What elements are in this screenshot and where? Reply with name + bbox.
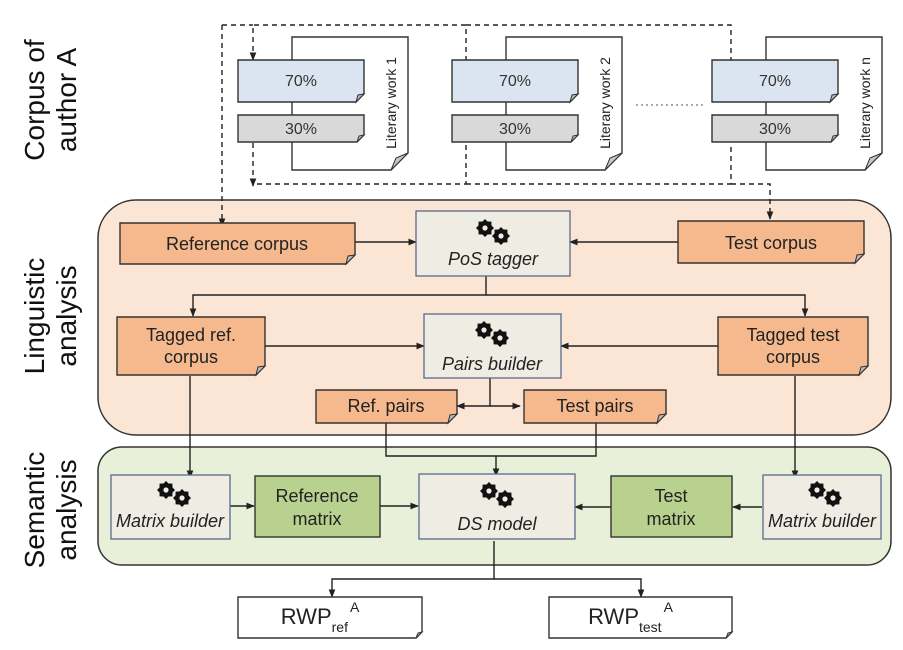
rwp-test-output: RWPtestA [548,596,734,639]
section-label-linguistic: Linguistic analysis [19,258,82,375]
rwp-ref-output: RWPrefA [237,596,424,639]
test-matrix-label-line: Test [654,486,687,506]
tagged-ref-label-line: Tagged ref. [146,325,236,345]
tagged-ref-label-line: corpus [164,347,218,367]
pos-tagger-label: PoS tagger [448,249,539,269]
test-pairs-doc: Test pairs [523,389,668,425]
pairs-builder-label: Pairs builder [442,354,543,374]
test-corpus-label: Test corpus [725,233,817,253]
section-label-line: Corpus of [19,39,50,161]
section-label-line: author A [51,48,82,153]
test-split-label: 30% [285,121,317,138]
reference-matrix: Reference matrix [254,475,381,538]
section-label-line: analysis [51,265,82,366]
ds-model-process: DS model [418,473,576,540]
section-label-line: analysis [51,459,82,560]
pipeline-diagram: Corpus of author A Linguistic analysis S… [19,24,892,639]
matrix-builder-label: Matrix builder [116,511,225,531]
train-split-label: 70% [759,73,791,90]
train-split-label: 70% [499,73,531,90]
test-pairs-label: Test pairs [556,396,633,416]
test-corpus-doc: Test corpus [677,220,866,265]
pos-tagger-process: PoS tagger [415,210,571,277]
test-matrix: Test matrix [610,475,733,538]
literary-work-title: Literary work n [857,57,873,149]
reference-matrix-label-line: matrix [293,509,342,529]
tagged-test-label-line: Tagged test [746,325,839,345]
train-split-label: 70% [285,73,317,90]
ref-pairs-doc: Ref. pairs [315,389,459,425]
pairs-builder-process: Pairs builder [423,313,562,379]
ref-pairs-label: Ref. pairs [347,396,424,416]
reference-corpus-doc: Reference corpus [119,222,357,266]
tagged-ref-corpus-doc: Tagged ref.corpus [116,316,267,377]
section-label-line: Semantic [19,452,50,569]
literary-work: Literary work 1 70% 30% [237,36,409,171]
section-label-corpus: Corpus of author A [19,39,82,161]
section-label-line: Linguistic [19,258,50,375]
ds-model-label: DS model [457,514,537,534]
literary-work: Literary work n 70% 30% [711,36,883,171]
tagged-test-label-line: corpus [766,347,820,367]
test-split-label: 30% [759,121,791,138]
reference-matrix-label-line: Reference [275,486,358,506]
literary-work-title: Literary work 1 [383,57,399,149]
literary-work-title: Literary work 2 [597,57,613,149]
reference-corpus-label: Reference corpus [166,234,308,254]
tagged-test-corpus-doc: Tagged testcorpus [717,316,870,377]
matrix-builder-left-process: Matrix builder [110,474,231,540]
test-split-label: 30% [499,121,531,138]
matrix-builder-label: Matrix builder [768,511,877,531]
test-matrix-label-line: matrix [647,509,696,529]
matrix-builder-right-process: Matrix builder [762,474,882,540]
literary-work: Literary work 2 70% 30% [451,36,623,171]
section-label-semantic: Semantic analysis [19,452,82,569]
